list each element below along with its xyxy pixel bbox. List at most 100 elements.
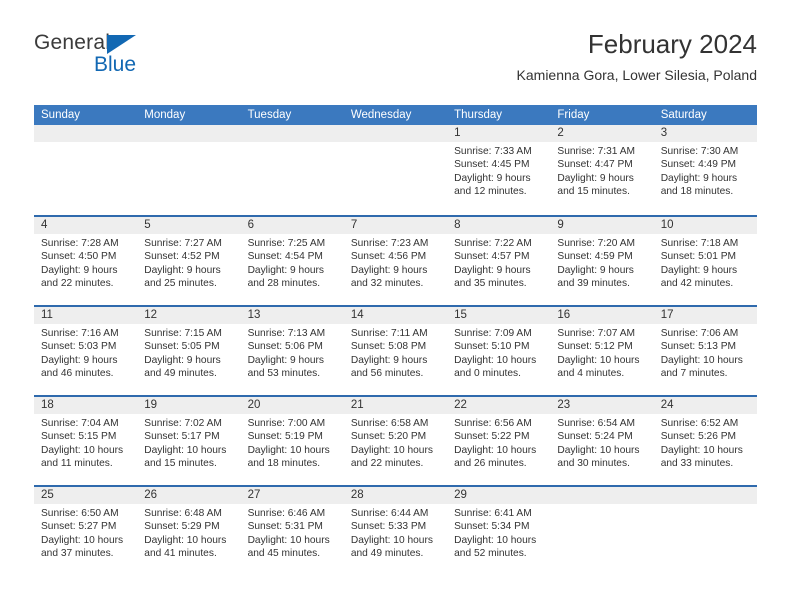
general-blue-logo[interactable]: General Blue <box>34 32 234 88</box>
day-details: Sunrise: 7:04 AM Sunset: 5:15 PM Daylight:… <box>34 414 137 471</box>
sunset-text: Sunset: 5:10 PM <box>454 341 530 353</box>
calendar-day-cell[interactable]: 6 Sunrise: 7:25 AM Sunset: 4:54 PM Daylight… <box>240 217 344 305</box>
daylight-text: Daylight: 10 hours and 18 minutes. <box>247 444 330 470</box>
daylight-text: Daylight: 9 hours and 46 minutes. <box>41 354 118 380</box>
sunset-text: Sunset: 5:13 PM <box>660 341 737 353</box>
calendar-page: General Blue February 2024 Kamienna Gora… <box>0 0 792 612</box>
calendar-grid: Sunday Monday Tuesday Wednesday Thursday… <box>34 105 757 575</box>
day-number: 9 <box>550 217 654 234</box>
day-number <box>343 125 448 142</box>
sunrise-text: Sunrise: 6:46 AM <box>247 508 326 519</box>
calendar-day-cell[interactable]: 26 Sunrise: 6:48 AM Sunset: 5:29 PM Dayligh… <box>137 487 241 575</box>
sunrise-text: Sunrise: 7:15 AM <box>144 328 222 339</box>
sunrise-text: Sunrise: 7:30 AM <box>660 146 739 157</box>
sunset-text: Sunset: 5:27 PM <box>41 521 117 533</box>
day-number: 28 <box>343 487 448 504</box>
calendar-day-cell[interactable]: 19 Sunrise: 7:02 AM Sunset: 5:17 PM Dayligh… <box>137 397 241 485</box>
day-number: 23 <box>550 397 654 414</box>
calendar-week-row: 1 Sunrise: 7:33 AM Sunset: 4:45 PM Daylight… <box>34 125 757 215</box>
sunrise-text: Sunrise: 7:09 AM <box>454 328 532 339</box>
day-number: 22 <box>447 397 551 414</box>
weekday-header-saturday: Saturday <box>660 109 707 121</box>
calendar-day-cell[interactable]: 29 Sunrise: 6:41 AM Sunset: 5:34 PM Dayligh… <box>447 487 551 575</box>
sunset-text: Sunset: 5:01 PM <box>660 251 737 263</box>
day-number: 8 <box>447 217 551 234</box>
calendar-day-cell[interactable]: 8 Sunrise: 7:22 AM Sunset: 4:57 PM Daylight… <box>447 217 551 305</box>
calendar-day-cell-empty <box>240 125 344 215</box>
calendar-day-cell[interactable]: 27 Sunrise: 6:46 AM Sunset: 5:31 PM Dayligh… <box>240 487 344 575</box>
day-details: Sunrise: 7:02 AM Sunset: 5:17 PM Daylight:… <box>137 414 240 471</box>
calendar-day-cell[interactable]: 10 Sunrise: 7:18 AM Sunset: 5:01 PM Dayligh… <box>653 217 757 305</box>
day-details: Sunrise: 7:09 AM Sunset: 5:10 PM Daylight:… <box>447 324 550 381</box>
day-number: 14 <box>343 307 448 324</box>
weekday-header-monday: Monday <box>144 109 186 121</box>
calendar-day-cell[interactable]: 13 Sunrise: 7:13 AM Sunset: 5:06 PM Dayligh… <box>240 307 344 395</box>
day-number: 12 <box>137 307 241 324</box>
day-details: Sunrise: 6:46 AM Sunset: 5:31 PM Daylight:… <box>241 504 344 561</box>
day-number: 16 <box>550 307 654 324</box>
day-number: 24 <box>653 397 757 414</box>
calendar-day-cell[interactable]: 20 Sunrise: 7:00 AM Sunset: 5:19 PM Dayligh… <box>240 397 344 485</box>
day-details: Sunrise: 6:50 AM Sunset: 5:27 PM Daylight:… <box>34 504 137 561</box>
day-details: Sunrise: 6:52 AM Sunset: 5:26 PM Daylight:… <box>654 414 757 471</box>
day-number: 3 <box>653 125 757 142</box>
calendar-day-cell[interactable]: 14 Sunrise: 7:11 AM Sunset: 5:08 PM Dayligh… <box>343 307 448 395</box>
calendar-day-cell[interactable]: 21 Sunrise: 6:58 AM Sunset: 5:20 PM Dayligh… <box>343 397 448 485</box>
calendar-day-cell[interactable]: 22 Sunrise: 6:56 AM Sunset: 5:22 PM Dayligh… <box>447 397 551 485</box>
day-details: Sunrise: 7:20 AM Sunset: 4:59 PM Daylight:… <box>550 234 653 291</box>
calendar-day-cell[interactable]: 25 Sunrise: 6:50 AM Sunset: 5:27 PM Dayligh… <box>34 487 138 575</box>
calendar-day-cell[interactable]: 1 Sunrise: 7:33 AM Sunset: 4:45 PM Daylight… <box>447 125 551 215</box>
day-details: Sunrise: 6:41 AM Sunset: 5:34 PM Daylight:… <box>447 504 550 561</box>
daylight-text: Daylight: 9 hours and 28 minutes. <box>247 264 325 290</box>
calendar-day-cell[interactable]: 5 Sunrise: 7:27 AM Sunset: 4:52 PM Daylight… <box>137 217 241 305</box>
sunset-text: Sunset: 4:47 PM <box>557 159 633 171</box>
daylight-text: Daylight: 10 hours and 7 minutes. <box>660 354 743 380</box>
day-details: Sunrise: 7:13 AM Sunset: 5:06 PM Daylight:… <box>241 324 344 381</box>
calendar-day-cell[interactable]: 12 Sunrise: 7:15 AM Sunset: 5:05 PM Dayligh… <box>137 307 241 395</box>
daylight-text: Daylight: 10 hours and 45 minutes. <box>247 534 330 560</box>
sunrise-text: Sunrise: 6:52 AM <box>660 418 739 429</box>
sunrise-text: Sunrise: 7:06 AM <box>660 328 739 339</box>
sunset-text: Sunset: 5:17 PM <box>144 431 220 443</box>
daylight-text: Daylight: 10 hours and 52 minutes. <box>454 534 537 560</box>
sunset-text: Sunset: 5:20 PM <box>350 431 427 443</box>
calendar-day-cell[interactable]: 23 Sunrise: 6:54 AM Sunset: 5:24 PM Dayligh… <box>550 397 654 485</box>
calendar-day-cell[interactable]: 7 Sunrise: 7:23 AM Sunset: 4:56 PM Daylight… <box>343 217 448 305</box>
day-details: Sunrise: 7:23 AM Sunset: 4:56 PM Daylight:… <box>344 234 447 291</box>
page-header: General Blue February 2024 Kamienna Gora… <box>34 28 757 94</box>
calendar-day-cell[interactable]: 4 Sunrise: 7:28 AM Sunset: 4:50 PM Daylight… <box>34 217 138 305</box>
weekday-header-wednesday: Wednesday <box>350 109 412 121</box>
calendar-day-cell[interactable]: 3 Sunrise: 7:30 AM Sunset: 4:49 PM Daylight… <box>653 125 757 215</box>
sunset-text: Sunset: 5:26 PM <box>660 431 737 443</box>
day-number: 13 <box>240 307 344 324</box>
day-number: 29 <box>447 487 551 504</box>
calendar-day-cell[interactable]: 24 Sunrise: 6:52 AM Sunset: 5:26 PM Dayligh… <box>653 397 757 485</box>
daylight-text: Daylight: 10 hours and 11 minutes. <box>41 444 124 470</box>
logo-triangle-icon <box>107 35 136 54</box>
sunrise-text: Sunrise: 7:20 AM <box>557 238 635 249</box>
sunset-text: Sunset: 5:29 PM <box>144 521 220 533</box>
day-number: 1 <box>447 125 551 142</box>
daylight-text: Daylight: 10 hours and 0 minutes. <box>454 354 537 380</box>
calendar-day-cell[interactable]: 2 Sunrise: 7:31 AM Sunset: 4:47 PM Daylight… <box>550 125 654 215</box>
calendar-day-cell[interactable]: 9 Sunrise: 7:20 AM Sunset: 4:59 PM Daylight… <box>550 217 654 305</box>
calendar-day-cell[interactable]: 11 Sunrise: 7:16 AM Sunset: 5:03 PM Dayligh… <box>34 307 138 395</box>
day-number: 21 <box>343 397 448 414</box>
day-details: Sunrise: 7:30 AM Sunset: 4:49 PM Daylight:… <box>654 142 757 199</box>
sunset-text: Sunset: 5:15 PM <box>41 431 117 443</box>
calendar-day-cell[interactable]: 15 Sunrise: 7:09 AM Sunset: 5:10 PM Dayligh… <box>447 307 551 395</box>
calendar-week-row: 18 Sunrise: 7:04 AM Sunset: 5:15 PM Dayligh… <box>34 395 757 485</box>
page-subtitle: Kamienna Gora, Lower Silesia, Poland <box>516 67 757 83</box>
daylight-text: Daylight: 9 hours and 12 minutes. <box>454 172 531 198</box>
daylight-text: Daylight: 10 hours and 15 minutes. <box>144 444 227 470</box>
daylight-text: Daylight: 10 hours and 49 minutes. <box>350 534 433 560</box>
calendar-day-cell[interactable]: 18 Sunrise: 7:04 AM Sunset: 5:15 PM Dayligh… <box>34 397 138 485</box>
calendar-day-cell[interactable]: 17 Sunrise: 7:06 AM Sunset: 5:13 PM Dayligh… <box>653 307 757 395</box>
calendar-day-cell[interactable]: 28 Sunrise: 6:44 AM Sunset: 5:33 PM Dayligh… <box>343 487 448 575</box>
daylight-text: Daylight: 9 hours and 22 minutes. <box>41 264 118 290</box>
sunset-text: Sunset: 4:52 PM <box>144 251 220 263</box>
sunset-text: Sunset: 4:45 PM <box>454 159 530 171</box>
sunrise-text: Sunrise: 6:50 AM <box>41 508 119 519</box>
day-details: Sunrise: 7:15 AM Sunset: 5:05 PM Daylight:… <box>137 324 240 381</box>
calendar-day-cell[interactable]: 16 Sunrise: 7:07 AM Sunset: 5:12 PM Dayligh… <box>550 307 654 395</box>
